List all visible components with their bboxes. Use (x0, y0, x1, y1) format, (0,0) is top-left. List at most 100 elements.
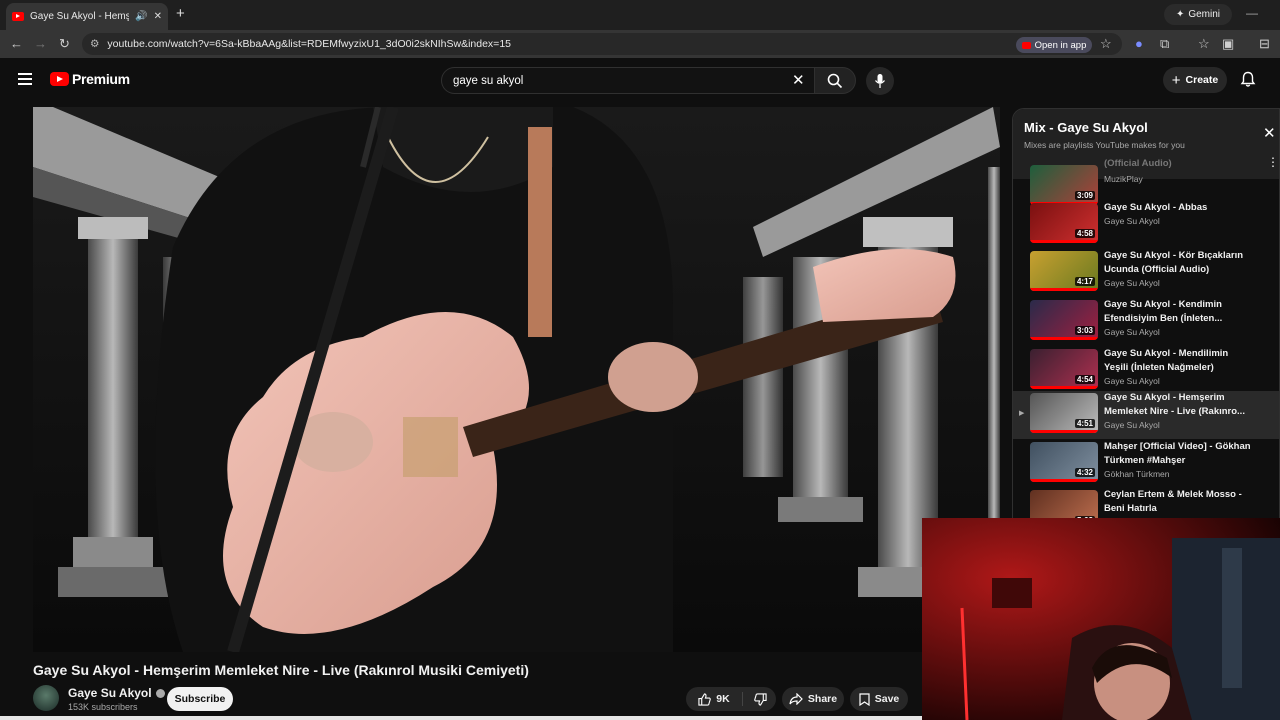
logo-label: Premium (72, 71, 130, 87)
playlist-item-thumbnail[interactable]: 4:54 (1030, 349, 1098, 389)
youtube-app-icon (1021, 41, 1031, 49)
playlist-item[interactable]: 4:58 Gaye Su Akyol - Abbas Gaye Su Akyol (1013, 201, 1279, 249)
playlist-panel: Mix - Gaye Su Akyol Mixes are playlists … (1012, 108, 1280, 520)
extension-icon[interactable]: ● (1135, 36, 1143, 51)
watched-progress-bar (1030, 386, 1098, 389)
playlist-item-thumbnail[interactable]: 3:09 (1030, 165, 1098, 205)
browser-tab[interactable]: Gaye Su Akyol - Hemşerim 🔊 ✕ (6, 3, 168, 30)
playlist-item-channel: Gaye Su Akyol (1104, 376, 1160, 386)
microphone-icon (874, 74, 886, 88)
video-title: Gaye Su Akyol - Hemşerim Memleket Nire -… (33, 662, 529, 678)
playlist-item-channel: MuzikPlay (1104, 174, 1143, 184)
share-label: Share (807, 693, 838, 705)
side-panel-icon[interactable]: ▣ (1222, 36, 1234, 52)
channel-avatar[interactable] (33, 685, 59, 711)
tab-close-icon[interactable]: ✕ (154, 11, 162, 22)
playlist-item[interactable]: ▶ 4:51 Gaye Su Akyol - Hemşerim Memleket N… (1013, 391, 1279, 439)
share-arrow-icon (789, 693, 803, 705)
playlist-item-title[interactable]: Ceylan Ertem & Melek Mosso - Beni Hatırl… (1104, 488, 1254, 515)
gemini-sparkle-icon: ✦ (1175, 9, 1185, 20)
playlist-item-duration: 4:58 (1074, 229, 1095, 238)
clear-search-icon[interactable]: ✕ (792, 71, 805, 89)
voice-search-button[interactable] (866, 67, 894, 95)
watched-progress-bar (1030, 479, 1098, 482)
playlist-item[interactable]: 4:32 Mahşer [Official Video] - Gökhan Tür… (1013, 440, 1279, 488)
close-playlist-icon[interactable]: ✕ (1263, 124, 1276, 142)
like-button[interactable]: 9K (686, 687, 742, 711)
playlist-item-title[interactable]: Gaye Su Akyol - Hemşerim Memleket Nire -… (1104, 391, 1254, 418)
save-label: Save (874, 693, 900, 705)
url-text: youtube.com/watch?v=6Sa-kBbaAAg&list=RDE… (107, 38, 511, 50)
playlist-item-title[interactable]: (Official Audio) (1104, 157, 1254, 171)
playlist-subtitle: Mixes are playlists YouTube makes for yo… (1024, 140, 1185, 150)
site-settings-icon[interactable]: ⚙ (90, 38, 99, 50)
share-button[interactable]: Share (782, 687, 844, 711)
speaker-icon[interactable]: 🔊 (135, 11, 147, 22)
playlist-item-duration: 3:03 (1074, 326, 1095, 335)
notifications-bell-icon[interactable] (1240, 71, 1256, 88)
playlist-item-thumbnail[interactable]: 4:51 (1030, 393, 1098, 433)
open-in-app-button[interactable]: Open in app (1016, 37, 1092, 53)
save-button[interactable]: Save (850, 687, 908, 711)
subscribe-button[interactable]: Subscribe (167, 687, 233, 711)
playlist-item-thumbnail[interactable]: 5:03 (1030, 490, 1098, 519)
youtube-play-logo-icon (50, 72, 69, 86)
playlist-item-thumbnail[interactable]: 4:17 (1030, 251, 1098, 291)
playlist-item-duration: 4:32 (1074, 468, 1095, 477)
playlist-item[interactable]: 5:03Ceylan Ertem & Melek Mosso - Beni Ha… (1013, 488, 1279, 519)
youtube-header: Premium gaye su akyol ✕ + Create (0, 58, 1280, 102)
page-bottom-strip (0, 716, 922, 720)
verified-badge-icon (155, 688, 165, 698)
now-playing-icon: ▶ (1019, 410, 1025, 417)
playlist-item-title[interactable]: Gaye Su Akyol - Mendilimin Yeşili (İnlet… (1104, 347, 1254, 374)
channel-name[interactable]: Gaye Su Akyol (68, 686, 165, 700)
back-arrow-icon[interactable]: ← (10, 36, 23, 51)
thumbs-up-icon (698, 692, 712, 706)
bookmark-star-icon[interactable]: ☆ (1100, 36, 1112, 52)
search-input[interactable]: gaye su akyol (441, 67, 815, 94)
playlist-item-title[interactable]: Gaye Su Akyol - Kör Bıçakların Ucunda (O… (1104, 249, 1254, 276)
playlist-item-thumbnail[interactable]: 4:58 (1030, 203, 1098, 243)
watched-progress-bar (1030, 430, 1098, 433)
create-button[interactable]: + Create (1163, 67, 1227, 93)
webcam-image (922, 518, 1280, 720)
extensions-puzzle-icon[interactable]: ⧉ (1160, 36, 1169, 52)
playlist-item[interactable]: 3:03 Gaye Su Akyol - Kendimin Efendisiyim… (1013, 298, 1279, 346)
save-bookmark-icon (859, 692, 870, 706)
playlist-title[interactable]: Mix - Gaye Su Akyol (1024, 120, 1148, 135)
dislike-button[interactable] (744, 687, 776, 711)
playlist-item[interactable]: 4:54 Gaye Su Akyol - Mendilimin Yeşili (İ… (1013, 347, 1279, 395)
subscriber-count: 153K subscribers (68, 702, 138, 712)
address-bar[interactable]: ⚙ youtube.com/watch?v=6Sa-kBbaAAg&list=R… (82, 33, 1122, 55)
hamburger-menu-icon[interactable] (18, 73, 32, 85)
profile-icon[interactable]: ⊟ (1259, 36, 1270, 52)
playlist-item-channel: Gaye Su Akyol (1104, 278, 1160, 288)
search-button[interactable] (814, 67, 856, 94)
thumbs-down-icon (753, 692, 767, 706)
playlist-item-channel: Gökhan Türkmen (1104, 469, 1170, 479)
youtube-logo[interactable]: Premium (50, 71, 130, 87)
create-label: Create (1185, 74, 1219, 86)
youtube-favicon-icon (12, 12, 24, 21)
open-in-app-label: Open in app (1034, 39, 1087, 51)
playlist-item-title[interactable]: Mahşer [Official Video] - Gökhan Türkmen… (1104, 440, 1254, 467)
search-icon (827, 73, 843, 88)
minimize-window-icon[interactable]: — (1246, 6, 1258, 20)
playlist-item-title[interactable]: Gaye Su Akyol - Kendimin Efendisiyim Ben… (1104, 298, 1254, 325)
webcam-overlay (922, 518, 1280, 720)
playlist-item-duration: 3:09 (1074, 191, 1095, 200)
video-player[interactable] (33, 107, 1000, 652)
playlist-item-thumbnail[interactable]: 3:03 (1030, 300, 1098, 340)
watched-progress-bar (1030, 337, 1098, 340)
playlist-item-thumbnail[interactable]: 4:32 (1030, 442, 1098, 482)
playlist-item[interactable]: 4:17 Gaye Su Akyol - Kör Bıçakların Ucund… (1013, 249, 1279, 297)
playlist-item-title[interactable]: Gaye Su Akyol - Abbas (1104, 201, 1254, 215)
gemini-label: Gemini (1188, 9, 1221, 20)
reload-icon[interactable]: ↻ (59, 36, 70, 52)
playlist-item-duration: 4:17 (1074, 277, 1095, 286)
search-query: gaye su akyol (453, 74, 524, 87)
bookmarks-icon[interactable]: ☆ (1198, 36, 1210, 52)
new-tab-button[interactable]: + (176, 5, 185, 22)
forward-arrow-icon[interactable]: → (34, 36, 47, 51)
gemini-button[interactable]: ✦ Gemini (1164, 4, 1232, 25)
